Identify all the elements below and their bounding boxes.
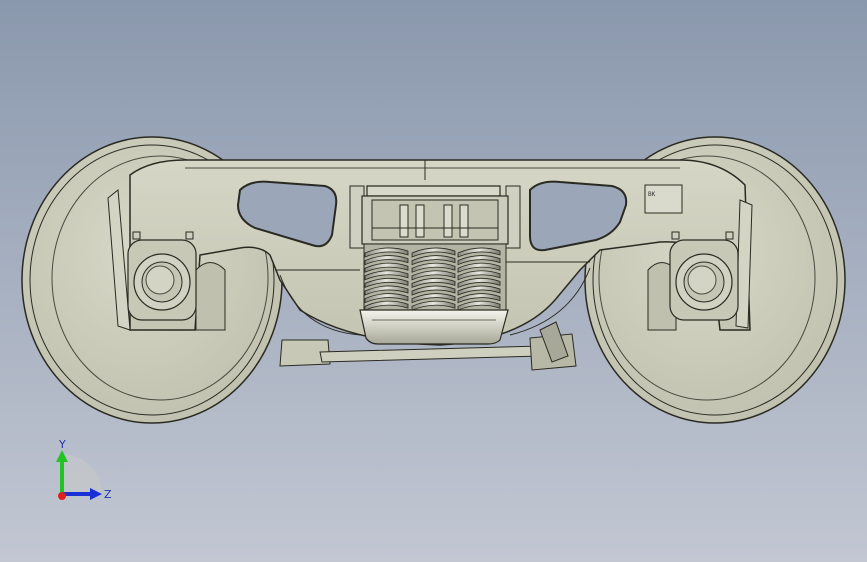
left-axle-bearing	[127, 239, 197, 321]
axis-triad: Y Z	[56, 438, 112, 501]
y-axis-label: Y	[58, 438, 66, 451]
name-plate-text: BK	[648, 191, 656, 198]
spring-nest	[363, 243, 507, 311]
triad-plane	[62, 454, 102, 494]
x-axis-dot-icon	[58, 492, 66, 500]
graphics-viewport[interactable]: BK Y Z	[0, 0, 867, 562]
z-axis-label: Z	[104, 488, 112, 501]
bolster	[349, 185, 521, 249]
bogie-model[interactable]: BK	[0, 0, 867, 562]
spring-seat	[359, 309, 509, 345]
name-plate: BK	[644, 184, 683, 214]
right-axle-bearing	[669, 239, 739, 321]
